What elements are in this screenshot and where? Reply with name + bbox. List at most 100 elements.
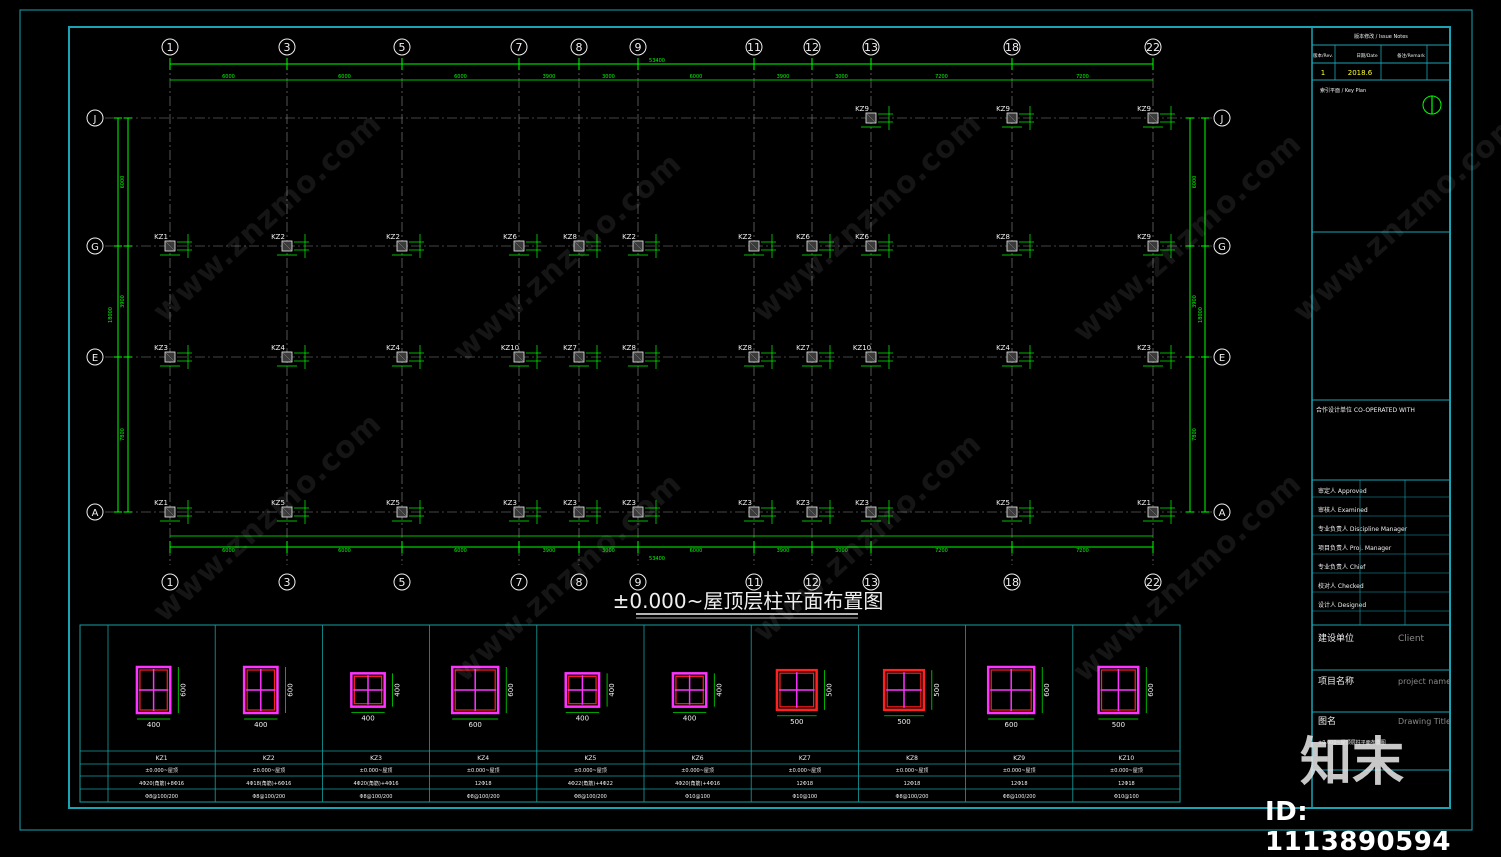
schedule-rebar: 12Φ18 [1118,781,1135,787]
column-layout: KZ9 KZ9 KZ9 KZ1 KZ2 KZ2 KZ6 KZ8 KZ2 KZ2 KZ6 KZ6 KZ8 K… [154,105,1175,524]
axis-label-top: 22 [1146,41,1160,54]
axis-label-bottom: 5 [399,576,406,589]
axis-label-bottom: 8 [576,576,583,589]
schedule-name: KZ4 [477,755,489,762]
dim-span-label: 3900 [543,548,556,554]
column-section-detail: 500 500 [775,668,834,726]
column-label: KZ7 [563,344,577,352]
dim-span-label: 7200 [935,74,948,80]
column-label: KZ9 [1137,105,1151,113]
column-section-detail: 400 600 [242,665,294,729]
column-label: KZ9 [855,105,869,113]
dim-y-span-label: 6000 [120,176,126,189]
section-width: 400 [361,715,374,723]
schedule-elevation: ±0.000~屋顶 [574,768,607,774]
column-section-detail: 600 600 [986,665,1051,729]
dimension-lines: 6000 6000 6000 3900 3000 6000 3900 3000 7200 7200… [108,58,1209,619]
dim-span-label: 3900 [777,548,790,554]
dim-y-span-label: 3900 [1192,295,1198,308]
column: KZ6 [855,233,893,258]
column: KZ2 [622,233,660,258]
column-label: KZ9 [1137,233,1151,241]
column-label: KZ2 [622,233,636,241]
tb-sign-row: 专业负责人 Chief [1318,563,1366,571]
schedule-name: KZ10 [1119,755,1135,762]
section-height: 400 [715,683,723,696]
column: KZ1 [154,233,192,258]
dim-overall-label: 53400 [649,58,665,64]
tb-project-value: project name [1398,677,1451,686]
schedule-name: KZ2 [263,755,275,762]
section-height: 500 [826,683,834,696]
axis-label-left: E [92,353,98,364]
column-label: KZ3 [622,499,636,507]
column-label: KZ2 [271,233,285,241]
image-id-tag: ID: 1113890594 [1265,797,1451,857]
column: KZ4 [271,344,309,369]
schedule-rebar: 12Φ18 [904,781,921,787]
axis-label-bottom: 18 [1005,576,1019,589]
column: KZ1 [154,499,192,524]
axis-label-top: 18 [1005,41,1019,54]
schedule-elevation: ±0.000~屋顶 [681,768,714,774]
axis-label-top: 1 [167,41,174,54]
axis-label-top: 3 [284,41,291,54]
schedule-name: KZ8 [906,755,918,762]
tb-sign-row: 设计人 Designed [1318,601,1366,609]
axis-label-left: J [93,114,97,125]
column-section-detail: 400 400 [671,672,723,723]
schedule-stirrup: Φ8@100/200 [252,794,285,800]
dim-y-total-label: 18000 [1198,307,1204,323]
dim-y-span-label: 7800 [120,428,126,441]
column-label: KZ5 [271,499,285,507]
column: KZ9 [855,105,893,130]
axis-label-top: 9 [635,41,642,54]
tb-sign-row: 审定人 Approved [1318,487,1367,495]
schedule-elevation: ±0.000~屋顶 [1110,768,1143,774]
dim-span-label: 6000 [454,548,467,554]
section-width: 400 [683,715,696,723]
section-width: 400 [147,721,160,729]
tb-client-label: 建设单位 [1318,632,1354,644]
axis-label-top: 11 [747,41,761,54]
column-label: KZ1 [154,499,168,507]
column-label: KZ8 [563,233,577,241]
dim-y-span-label: 7800 [1192,428,1198,441]
column-label: KZ10 [501,344,519,352]
column: KZ3 [738,499,776,524]
dim-span-label: 7200 [1076,548,1089,554]
outer-border [19,9,1473,831]
axis-label-right: E [1219,353,1225,364]
schedule-name: KZ6 [692,755,704,762]
column: KZ7 [563,344,601,369]
dim-span-label: 3000 [602,548,615,554]
column: KZ6 [796,233,834,258]
schedule-name: KZ7 [799,755,811,762]
section-height: 400 [394,683,402,696]
column: KZ3 [503,499,541,524]
schedule-rebar: 4Φ22(角筋)+4Φ22 [568,780,613,787]
column: KZ10 [501,344,541,369]
axis-label-left: A [92,508,99,519]
column-label: KZ5 [996,499,1010,507]
column-schedule-table: 400 600 KZ1 ±0.000~屋顶 4Φ20(角筋)+8Φ16 Φ8@100/20… [79,624,1181,803]
schedule-stirrup: Φ8@100/200 [360,794,393,800]
brand-logo: 知末 [1300,733,1405,793]
column-section-detail: 400 600 [135,665,187,729]
tb-client-value: Client [1398,634,1425,644]
column-label: KZ8 [996,233,1010,241]
section-width: 500 [790,718,803,726]
dim-span-label: 6000 [690,74,703,80]
drawing-frame [19,9,1473,831]
schedule-rebar: 12Φ18 [1011,781,1028,787]
cad-drawing-canvas: 11335577889911111212131318182222J JG GE EA A… [19,9,1473,831]
section-width: 400 [576,715,589,723]
column-section-detail: 500 600 [1097,665,1155,729]
schedule-rebar: 4Φ18(角筋)+6Φ16 [246,780,291,787]
column-label: KZ1 [154,233,168,241]
column: KZ3 [1137,344,1175,369]
schedule-stirrup: Φ8@100/200 [1003,794,1036,800]
axis-label-bottom: 7 [516,576,523,589]
column: KZ4 [996,344,1034,369]
dim-span-label: 6000 [454,74,467,80]
